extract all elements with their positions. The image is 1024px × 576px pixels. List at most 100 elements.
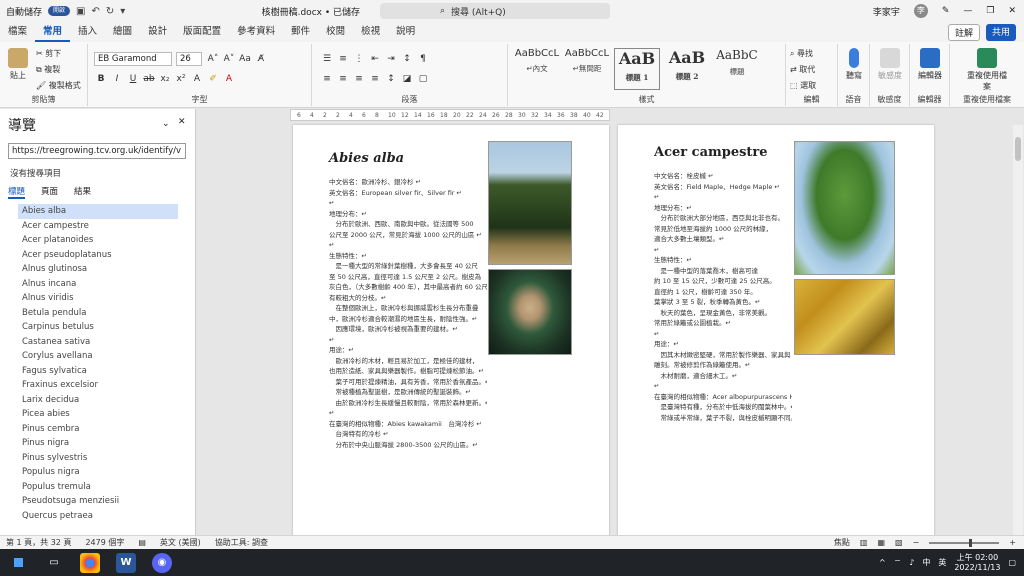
nav-heading-item[interactable]: Betula pendula bbox=[18, 306, 178, 321]
dictate-button[interactable]: 聽寫 bbox=[842, 48, 866, 81]
zoom-in-icon[interactable]: + bbox=[1009, 538, 1016, 547]
volume-icon[interactable]: ♪ bbox=[909, 558, 914, 567]
pen-icon[interactable]: ✎ bbox=[942, 6, 950, 16]
show-marks-icon[interactable]: ¶ bbox=[416, 52, 430, 66]
style-heading-2[interactable]: AaB 標題 2 bbox=[664, 48, 710, 90]
read-mode-icon[interactable]: ▥ bbox=[860, 538, 868, 547]
nav-heading-item[interactable]: Populus nigra bbox=[18, 465, 178, 480]
format-painter-button[interactable]: 🖌 複製格式 bbox=[36, 80, 81, 91]
tab-draw[interactable]: 繪圖 bbox=[105, 22, 140, 42]
tab-insert[interactable]: 插入 bbox=[70, 22, 105, 42]
document-page-1[interactable]: Abies alba 中文俗名：歐洲冷杉、銀冷杉 ↵ 英文俗名：European … bbox=[293, 125, 609, 545]
tab-review[interactable]: 校閱 bbox=[318, 22, 353, 42]
comment-button[interactable]: 註解 bbox=[947, 23, 980, 41]
zoom-thumb[interactable] bbox=[969, 538, 973, 547]
nav-heading-item[interactable]: Acer platanoides bbox=[18, 233, 178, 248]
clock[interactable]: 上午 02:00 2022/11/13 bbox=[954, 553, 1000, 573]
nav-heading-item[interactable]: Populus tremula bbox=[18, 480, 178, 495]
tab-references[interactable]: 參考資料 bbox=[229, 22, 283, 42]
style-no-spacing[interactable]: AaBbCcL ↵無間距 bbox=[564, 48, 610, 90]
tray-chevron-icon[interactable]: ^ bbox=[879, 558, 886, 567]
tab-home[interactable]: 常用 bbox=[35, 22, 71, 42]
nav-tab-pages[interactable]: 頁面 bbox=[41, 185, 58, 199]
paste-button[interactable]: 貼上 bbox=[6, 48, 30, 81]
customize-icon[interactable]: ▾ bbox=[120, 6, 125, 17]
align-right-icon[interactable]: ≡ bbox=[352, 72, 366, 86]
proofing-icon[interactable]: ▤ bbox=[138, 538, 146, 547]
ime-indicator[interactable]: 中 bbox=[922, 557, 930, 568]
shrink-font-icon[interactable]: A˅ bbox=[222, 52, 236, 66]
tab-layout[interactable]: 版面配置 bbox=[175, 22, 229, 42]
nav-heading-item[interactable]: Fagus sylvatica bbox=[18, 364, 178, 379]
font-size-select[interactable]: 26 bbox=[176, 52, 202, 66]
restore-icon[interactable]: ❐ bbox=[986, 6, 994, 16]
user-name[interactable]: 李家宇 bbox=[873, 5, 900, 18]
search-box[interactable]: ⌕ 搜尋 (Alt+Q) bbox=[380, 3, 610, 19]
tab-file[interactable]: 檔案 bbox=[0, 22, 35, 42]
nav-heading-item[interactable]: Carpinus betulus bbox=[18, 320, 178, 335]
start-icon[interactable] bbox=[8, 553, 28, 573]
nav-heading-item[interactable]: Acer campestre bbox=[18, 219, 178, 234]
close-icon[interactable]: ✕ bbox=[1008, 6, 1016, 16]
avatar[interactable]: 李 bbox=[913, 4, 928, 18]
nav-tab-headings[interactable]: 標題 bbox=[8, 185, 26, 199]
underline-icon[interactable]: U bbox=[126, 72, 140, 86]
nav-heading-item[interactable]: Larix decidua bbox=[18, 393, 178, 408]
reuse-files-button[interactable]: 重複使用檔案 bbox=[964, 48, 1010, 92]
align-center-icon[interactable]: ≡ bbox=[336, 72, 350, 86]
network-icon[interactable]: ⌔ bbox=[894, 558, 902, 568]
accessibility-status[interactable]: 協助工具: 調查 bbox=[215, 537, 268, 548]
borders-icon[interactable]: ▢ bbox=[416, 72, 430, 86]
nav-heading-item[interactable]: Abies alba bbox=[18, 204, 178, 219]
editor-button[interactable]: 編輯器 bbox=[916, 48, 944, 81]
word-count[interactable]: 2479 個字 bbox=[85, 537, 124, 548]
nav-search-input[interactable]: https://treegrowing.tcv.org.uk/identify/… bbox=[8, 143, 186, 159]
nav-heading-item[interactable]: Alnus incana bbox=[18, 277, 178, 292]
style-normal[interactable]: AaBbCcL ↵內文 bbox=[514, 48, 560, 90]
multilevel-icon[interactable]: ⋮ bbox=[352, 52, 366, 66]
tab-view[interactable]: 檢視 bbox=[353, 22, 388, 42]
decrease-indent-icon[interactable]: ⇤ bbox=[368, 52, 382, 66]
numbering-icon[interactable]: ≡ bbox=[336, 52, 350, 66]
copy-button[interactable]: ⧉ 複製 bbox=[36, 64, 60, 75]
tab-mailings[interactable]: 郵件 bbox=[283, 22, 318, 42]
sort-icon[interactable]: ↕ bbox=[400, 52, 414, 66]
autosave-toggle[interactable]: 開啟 bbox=[48, 6, 71, 16]
grow-font-icon[interactable]: A˄ bbox=[206, 52, 220, 66]
replace-button[interactable]: ⇄ 取代 bbox=[790, 64, 815, 75]
subscript-icon[interactable]: x₂ bbox=[158, 72, 172, 86]
nav-close-icon[interactable]: ✕ bbox=[178, 117, 186, 127]
zoom-out-icon[interactable]: − bbox=[913, 538, 920, 547]
nav-heading-item[interactable]: Alnus viridis bbox=[18, 291, 178, 306]
bold-icon[interactable]: B bbox=[94, 72, 108, 86]
nav-heading-item[interactable]: Fraxinus excelsior bbox=[18, 378, 178, 393]
cut-button[interactable]: ✂ 剪下 bbox=[36, 48, 61, 59]
zoom-slider[interactable] bbox=[929, 538, 1000, 547]
nav-heading-item[interactable]: Pinus cembra bbox=[18, 422, 178, 437]
page-count[interactable]: 第 1 頁，共 32 頁 bbox=[6, 537, 71, 548]
change-case-icon[interactable]: Aa bbox=[238, 52, 252, 66]
increase-indent-icon[interactable]: ⇥ bbox=[384, 52, 398, 66]
ime-mode[interactable]: 英 bbox=[938, 557, 946, 568]
highlight-icon[interactable]: ✐ bbox=[206, 72, 220, 86]
web-layout-icon[interactable]: ▧ bbox=[895, 538, 903, 547]
notification-icon[interactable]: ▢ bbox=[1008, 558, 1016, 567]
nav-tab-results[interactable]: 結果 bbox=[74, 185, 91, 199]
nav-heading-item[interactable]: Castanea sativa bbox=[18, 335, 178, 350]
language[interactable]: 英文 (美國) bbox=[160, 537, 201, 548]
focus-button[interactable]: 焦點 bbox=[834, 537, 850, 548]
nav-heading-item[interactable]: Pseudotsuga menziesii bbox=[18, 494, 178, 509]
sensitivity-button[interactable]: 敏感度 bbox=[876, 48, 904, 81]
clear-format-icon[interactable]: A̸ bbox=[254, 52, 268, 66]
shading-icon[interactable]: ◪ bbox=[400, 72, 414, 86]
nav-heading-item[interactable]: Alnus glutinosa bbox=[18, 262, 178, 277]
redo-icon[interactable]: ↻ bbox=[106, 6, 114, 17]
scroll-thumb[interactable] bbox=[1015, 137, 1021, 161]
minimize-icon[interactable]: — bbox=[963, 6, 972, 16]
select-button[interactable]: ⬚ 選取 bbox=[790, 80, 816, 91]
font-color-icon[interactable]: A bbox=[222, 72, 236, 86]
style-title[interactable]: AaBbC 標題 bbox=[714, 48, 760, 90]
align-left-icon[interactable]: ≡ bbox=[320, 72, 334, 86]
nav-heading-item[interactable]: Quercus petraea bbox=[18, 509, 178, 524]
discord-icon[interactable]: ◉ bbox=[152, 552, 172, 573]
